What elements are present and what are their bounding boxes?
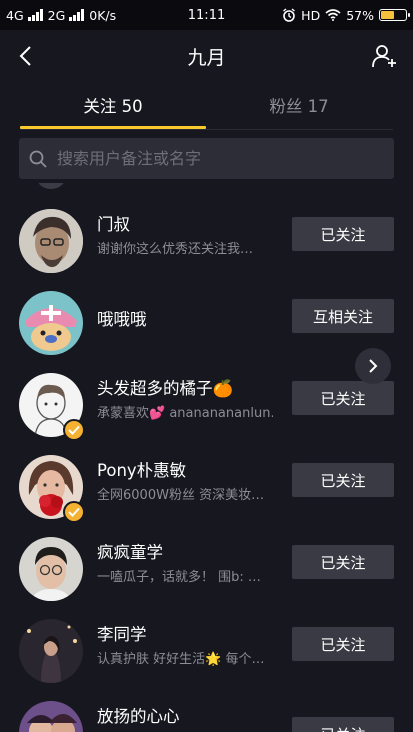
user-name: Pony朴惠敏 xyxy=(97,461,187,480)
user-description: 谢谢你这么优秀还关注我… xyxy=(97,242,254,257)
battery-icon xyxy=(379,9,410,21)
tab-followers[interactable]: 粉丝 17 xyxy=(206,82,392,128)
tab-bar: 关注 50 粉丝 17 xyxy=(0,82,413,132)
follow-status-button[interactable]: 已关注 xyxy=(292,627,394,661)
user-name: 头发超多的橘子🍊 xyxy=(97,379,234,398)
verified-badge xyxy=(63,501,85,523)
avatar xyxy=(19,537,83,601)
hd-label: HD xyxy=(301,7,321,23)
list-item[interactable]: 放扬的心心 已关注 xyxy=(0,685,413,732)
verified-badge xyxy=(63,419,85,441)
chevron-right-icon xyxy=(369,359,378,373)
user-description: 全网6000W粉丝 资深美妆… xyxy=(97,488,265,503)
list-item[interactable]: 头发超多的橘子🍊 承蒙喜欢💕 anananananlun… 已关注 xyxy=(0,357,413,441)
follow-status-button[interactable]: 已关注 xyxy=(292,381,394,415)
avatar xyxy=(19,209,83,273)
list-item[interactable]: 门叔 谢谢你这么优秀还关注我… 已关注 xyxy=(0,193,413,275)
avatar-peek xyxy=(36,183,66,189)
user-name: 放扬的心心 xyxy=(97,707,180,726)
follow-status-button[interactable]: 已关注 xyxy=(292,717,394,732)
search-icon xyxy=(29,150,47,168)
wifi-icon xyxy=(325,9,341,21)
user-name: 李同学 xyxy=(97,625,147,644)
header: 九月 xyxy=(0,30,413,82)
alarm-icon xyxy=(283,8,296,22)
user-description: 认真护肤 好好生活🌟 每个… xyxy=(97,652,265,667)
list-item[interactable]: Pony朴惠敏 全网6000W粉丝 资深美妆… 已关注 xyxy=(0,439,413,523)
add-friend-button[interactable] xyxy=(369,40,401,72)
page-title: 九月 xyxy=(187,46,226,69)
status-right: HD 57% xyxy=(282,7,410,23)
battery-level xyxy=(381,11,394,19)
tab-following[interactable]: 关注 50 xyxy=(20,82,206,128)
follow-status-button[interactable]: 已关注 xyxy=(292,545,394,579)
expand-button[interactable] xyxy=(355,348,391,384)
follow-status-button[interactable]: 已关注 xyxy=(292,463,394,497)
search-bar[interactable] xyxy=(19,138,394,179)
user-name: 哦哦哦 xyxy=(97,310,147,329)
search-input[interactable] xyxy=(55,148,359,169)
list-item[interactable]: 李同学 认真护肤 好好生活🌟 每个… 已关注 xyxy=(0,603,413,685)
follow-status-button[interactable]: 已关注 xyxy=(292,217,394,251)
user-name: 门叔 xyxy=(97,215,130,234)
tab-divider xyxy=(20,129,393,130)
follow-status-button[interactable]: 互相关注 xyxy=(292,299,394,333)
check-icon xyxy=(68,507,80,517)
list-item[interactable]: 哦哦哦 互相关注 xyxy=(0,275,413,357)
chevron-left-icon xyxy=(19,46,31,66)
user-description: 一嗑瓜子，话就多！ 围b: … xyxy=(97,570,261,585)
battery-percent: 57% xyxy=(346,7,374,23)
avatar xyxy=(19,701,83,732)
avatar xyxy=(19,291,83,355)
user-name: 疯疯童学 xyxy=(97,543,163,562)
back-button[interactable] xyxy=(12,42,40,70)
list-item[interactable]: 疯疯童学 一嗑瓜子，话就多！ 围b: … 已关注 xyxy=(0,521,413,603)
status-bar: 4G 2G 0K/s 11:11 HD 57% xyxy=(0,0,413,30)
add-user-icon xyxy=(372,45,396,68)
avatar xyxy=(19,619,83,683)
following-list: 门叔 谢谢你这么优秀还关注我… 已关注 哦哦哦 互相关注 头发超多的橘子🍊 承蒙… xyxy=(0,183,413,732)
user-description: 承蒙喜欢💕 anananananlun… xyxy=(97,406,273,421)
check-icon xyxy=(68,425,80,435)
